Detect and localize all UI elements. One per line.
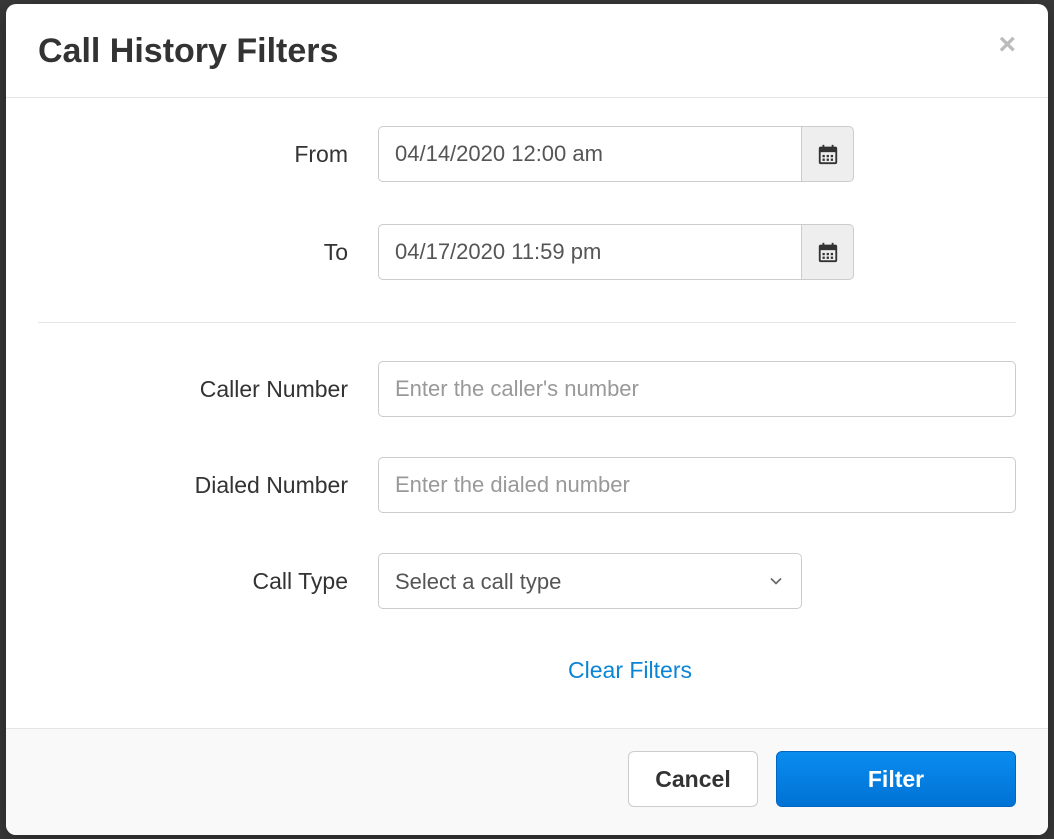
calendar-icon [817,241,839,263]
caller-number-input[interactable] [378,361,1016,417]
caller-number-label: Caller Number [38,376,378,403]
clear-filters-link[interactable]: Clear Filters [418,657,842,684]
from-datetime-input[interactable] [378,126,802,182]
from-input-group [378,126,854,182]
call-type-label: Call Type [38,568,378,595]
dialed-number-row: Dialed Number [38,457,1016,513]
to-row: To [38,224,1016,280]
to-input-group [378,224,854,280]
calendar-icon [817,143,839,165]
call-type-select-wrapper: Select a call type [378,553,802,609]
filter-button[interactable]: Filter [776,751,1016,807]
from-row: From [38,126,1016,182]
modal-title: Call History Filters [38,32,1016,71]
section-divider [38,322,1016,323]
clear-filters-row: Clear Filters [38,657,1016,684]
modal-body: From [6,98,1048,728]
call-type-select[interactable]: Select a call type [378,553,802,609]
dialed-number-label: Dialed Number [38,472,378,499]
call-history-filters-modal: Call History Filters × From [6,4,1048,835]
to-datetime-input[interactable] [378,224,802,280]
caller-number-row: Caller Number [38,361,1016,417]
to-calendar-button[interactable] [802,224,854,280]
modal-footer: Cancel Filter [6,728,1048,835]
call-type-row: Call Type Select a call type [38,553,1016,609]
to-label: To [38,239,378,266]
close-button[interactable]: × [998,30,1016,60]
from-label: From [38,141,378,168]
cancel-button[interactable]: Cancel [628,751,758,807]
close-icon: × [998,28,1016,61]
modal-header: Call History Filters × [6,4,1048,98]
from-calendar-button[interactable] [802,126,854,182]
dialed-number-input[interactable] [378,457,1016,513]
